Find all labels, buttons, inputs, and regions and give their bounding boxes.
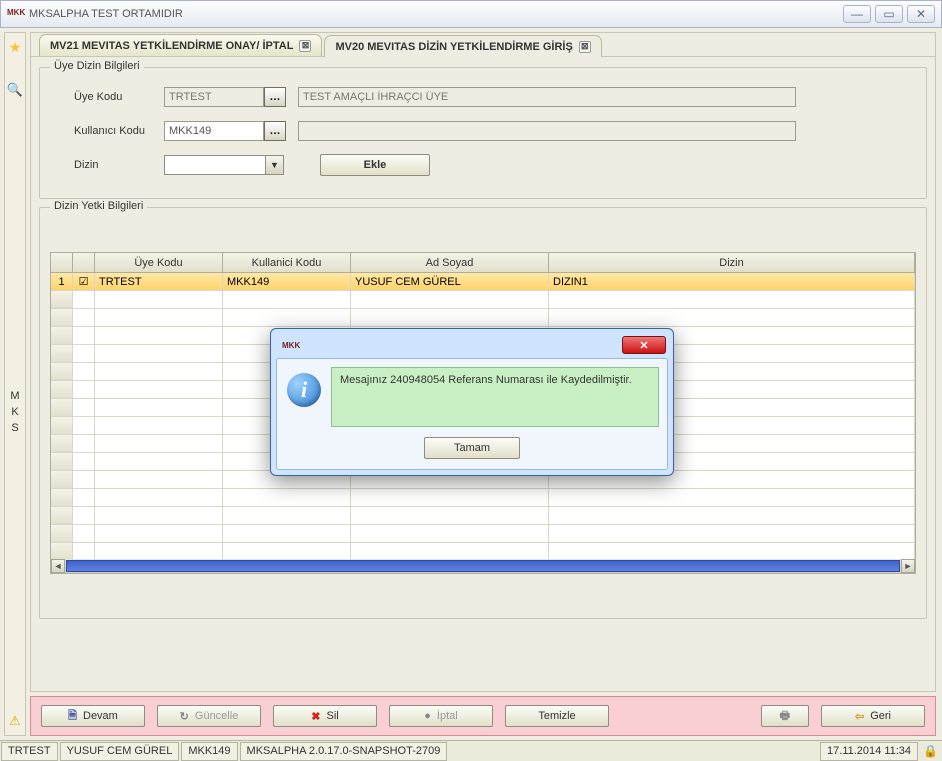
grid-hscroll[interactable]: ◄ ►	[51, 559, 915, 573]
cell-uye: TRTEST	[95, 273, 223, 291]
button-label: Tamam	[454, 442, 490, 454]
app-icon: MKK	[7, 8, 23, 20]
dialog-close-button[interactable]: ✕	[622, 336, 666, 354]
window-title: MKSALPHA TEST ORTAMIDIR	[29, 8, 843, 20]
tab-mv20[interactable]: MV20 MEVITAS DİZİN YETKİLENDİRME GİRİŞ ⊠	[324, 35, 601, 57]
status-version: MKSALPHA 2.0.17.0-SNAPSHOT-2709	[240, 742, 448, 761]
delete-icon: ✖	[311, 710, 320, 723]
search-icon[interactable]: 🔍	[5, 76, 25, 104]
action-bar: 🗎 Devam ↻ Güncelle ✖ Sil ● İptal Temizle…	[30, 696, 936, 736]
close-icon[interactable]: ⊠	[299, 40, 311, 52]
document-icon: 🗎	[68, 707, 77, 726]
maximize-button[interactable]: ▭	[875, 5, 903, 23]
uyekodu-desc	[298, 87, 796, 107]
button-label: Sil	[326, 710, 338, 722]
kulkodu-input[interactable]	[164, 121, 264, 141]
tab-label: MV20 MEVITAS DİZİN YETKİLENDİRME GİRİŞ	[335, 41, 572, 53]
cancel-icon: ●	[424, 710, 431, 722]
dialog-message: Mesajınız 240948054 Referans Numarası il…	[331, 367, 659, 427]
info-icon: i	[287, 373, 321, 407]
close-button[interactable]: ✕	[907, 5, 935, 23]
devam-button[interactable]: 🗎 Devam	[41, 705, 145, 727]
sil-button[interactable]: ✖ Sil	[273, 705, 377, 727]
ekle-button[interactable]: Ekle	[320, 154, 430, 176]
kulkodu-lookup-button[interactable]: …	[264, 121, 286, 141]
col-check[interactable]	[73, 253, 95, 272]
kulkodu-desc	[298, 121, 796, 141]
cell-ad: YUSUF CEM GÜREL	[351, 273, 549, 291]
button-label: Temizle	[538, 710, 575, 722]
table-row[interactable]	[51, 525, 915, 543]
button-label: Geri	[870, 710, 891, 722]
table-row[interactable]: 1 ☑ TRTEST MKK149 YUSUF CEM GÜREL DIZIN1	[51, 273, 915, 291]
uyekodu-label: Üye Kodu	[54, 91, 164, 103]
dizin-label: Dizin	[54, 159, 164, 171]
status-bar: TRTEST YUSUF CEM GÜREL MKK149 MKSALPHA 2…	[0, 740, 942, 761]
scroll-left-icon[interactable]: ◄	[51, 559, 65, 573]
back-icon: ⇦	[855, 710, 864, 723]
col-uyekodu[interactable]: Üye Kodu	[95, 253, 223, 272]
scroll-right-icon[interactable]: ►	[901, 559, 915, 573]
group-uye-dizin: Üye Dizin Bilgileri Üye Kodu … Kullanıcı…	[39, 67, 927, 199]
table-row[interactable]	[51, 543, 915, 559]
col-adsoyad[interactable]: Ad Soyad	[351, 253, 549, 272]
iptal-button[interactable]: ● İptal	[389, 705, 493, 727]
status-code: MKK149	[181, 742, 237, 761]
uyekodu-input[interactable]	[164, 87, 264, 107]
dizin-combo[interactable]: ▼	[164, 155, 284, 175]
cell-dizin: DIZIN1	[549, 273, 915, 291]
table-row[interactable]	[51, 309, 915, 327]
kulkodu-label: Kullanıcı Kodu	[54, 125, 164, 137]
printer-icon: 🖶	[780, 707, 790, 726]
button-label: Ekle	[364, 159, 387, 171]
col-dizin[interactable]: Dizin	[549, 253, 915, 272]
button-label: İptal	[437, 710, 458, 722]
tab-mv21[interactable]: MV21 MEVITAS YETKİLENDİRME ONAY/ İPTAL ⊠	[39, 34, 322, 56]
mks-label: M K S	[10, 388, 19, 436]
button-label: Güncelle	[195, 710, 238, 722]
grid-header: Üye Kodu Kullanici Kodu Ad Soyad Dizin	[51, 253, 915, 273]
tab-label: MV21 MEVITAS YETKİLENDİRME ONAY/ İPTAL	[50, 40, 293, 52]
print-button[interactable]: 🖶	[761, 705, 809, 727]
button-label: Devam	[83, 710, 118, 722]
temizle-button[interactable]: Temizle	[505, 705, 609, 727]
minimize-button[interactable]: —	[843, 5, 871, 23]
status-user: YUSUF CEM GÜREL	[60, 742, 180, 761]
warning-icon[interactable]: ⚠	[9, 713, 21, 729]
cell-kul: MKK149	[223, 273, 351, 291]
chevron-down-icon[interactable]: ▼	[265, 156, 283, 174]
close-icon[interactable]: ⊠	[579, 41, 591, 53]
scroll-track[interactable]	[66, 560, 900, 572]
dialog-ok-button[interactable]: Tamam	[424, 437, 520, 459]
lock-icon: 🔒	[919, 744, 942, 758]
guncelle-button[interactable]: ↻ Güncelle	[157, 705, 261, 727]
refresh-icon: ↻	[180, 710, 189, 723]
tab-strip: MV21 MEVITAS YETKİLENDİRME ONAY/ İPTAL ⊠…	[31, 33, 935, 57]
message-dialog: MKK ✕ i Mesajınız 240948054 Referans Num…	[270, 328, 674, 476]
favorites-icon[interactable]: ★	[5, 33, 25, 61]
table-row[interactable]	[51, 291, 915, 309]
row-number: 1	[51, 273, 73, 291]
table-row[interactable]	[51, 507, 915, 525]
app-icon: MKK	[282, 341, 300, 350]
group-legend: Üye Dizin Bilgileri	[50, 60, 144, 72]
group-legend: Dizin Yetki Bilgileri	[50, 200, 147, 212]
geri-button[interactable]: ⇦ Geri	[821, 705, 925, 727]
status-uye: TRTEST	[1, 742, 58, 761]
col-rownum[interactable]	[51, 253, 73, 272]
status-datetime: 17.11.2014 11:34	[820, 742, 918, 761]
table-row[interactable]	[51, 489, 915, 507]
uyekodu-lookup-button[interactable]: …	[264, 87, 286, 107]
dialog-titlebar: MKK ✕	[276, 334, 668, 358]
row-checkbox[interactable]: ☑	[73, 273, 95, 291]
col-kullanici[interactable]: Kullanici Kodu	[223, 253, 351, 272]
window-titlebar: MKK MKSALPHA TEST ORTAMIDIR — ▭ ✕	[0, 0, 942, 28]
left-toolbar: ★ 🔍 M K S ⚠	[4, 32, 26, 736]
